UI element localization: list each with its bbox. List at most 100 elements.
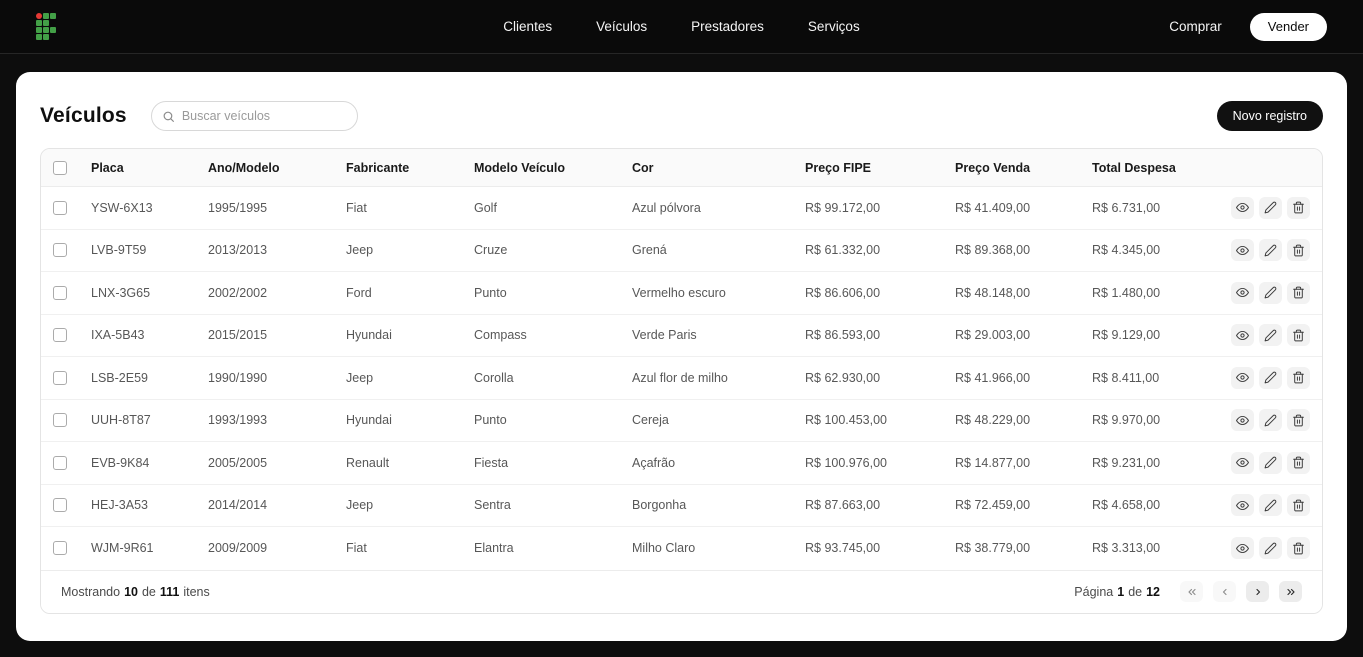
trash-icon	[1293, 329, 1304, 342]
cell-modelo-veiculo: Elantra	[474, 541, 514, 556]
nav-item-servicos[interactable]: Serviços	[808, 19, 860, 34]
cell-total-despesa: R$ 9.231,00	[1092, 455, 1161, 470]
row-actions	[1226, 239, 1322, 262]
delete-button[interactable]	[1287, 324, 1310, 347]
delete-button[interactable]	[1287, 239, 1310, 262]
next-page-button[interactable]	[1246, 581, 1269, 602]
cell-cor: Milho Claro	[632, 541, 696, 556]
view-button[interactable]	[1231, 281, 1254, 304]
cell-ano-modelo: 2015/2015	[208, 328, 268, 343]
row-checkbox[interactable]	[53, 413, 67, 428]
search-icon	[163, 111, 174, 122]
delete-button[interactable]	[1287, 409, 1310, 432]
view-button[interactable]	[1231, 409, 1254, 432]
new-record-button[interactable]: Novo registro	[1216, 101, 1323, 131]
vender-button[interactable]: Vender	[1249, 12, 1327, 41]
row-checkbox[interactable]	[53, 370, 67, 385]
row-checkbox[interactable]	[53, 200, 67, 215]
row-actions	[1226, 281, 1322, 304]
row-checkbox[interactable]	[53, 243, 67, 258]
cell-fabricante: Fiat	[346, 200, 367, 215]
eye-icon	[1236, 458, 1249, 468]
cell-cor: Verde Paris	[632, 328, 697, 343]
cell-preco-venda: R$ 41.966,00	[955, 370, 1031, 385]
top-navbar: Clientes Veículos Prestadores Serviços C…	[0, 0, 1363, 54]
view-button[interactable]	[1231, 196, 1254, 219]
col-cor: Cor	[632, 160, 654, 175]
row-checkbox[interactable]	[53, 541, 67, 556]
search-box[interactable]	[150, 101, 358, 131]
last-page-button[interactable]	[1279, 581, 1302, 602]
comprar-link[interactable]: Comprar	[1169, 19, 1222, 34]
edit-button[interactable]	[1259, 196, 1282, 219]
cell-modelo-veiculo: Compass	[474, 328, 527, 343]
view-button[interactable]	[1231, 239, 1254, 262]
nav-item-veiculos[interactable]: Veículos	[596, 19, 647, 34]
table-row: EVB-9K84 2005/2005 Renault Fiesta Açafrã…	[41, 442, 1322, 485]
main-nav: Clientes Veículos Prestadores Serviços	[503, 19, 859, 34]
table-footer: Mostrando 10 de 111 itens Página 1 de 12	[41, 569, 1322, 613]
cell-fabricante: Fiat	[346, 541, 367, 556]
delete-button[interactable]	[1287, 537, 1310, 560]
table-row: UUH-8T87 1993/1993 Hyundai Punto Cereja …	[41, 399, 1322, 442]
card-header: Veículos Novo registro	[40, 96, 1323, 136]
cell-ano-modelo: 2014/2014	[208, 498, 268, 513]
pencil-icon	[1264, 371, 1277, 384]
nav-item-clientes[interactable]: Clientes	[503, 19, 552, 34]
row-checkbox[interactable]	[53, 328, 67, 343]
col-total-despesa: Total Despesa	[1092, 160, 1176, 175]
edit-button[interactable]	[1259, 366, 1282, 389]
search-input[interactable]	[181, 109, 347, 123]
cell-modelo-veiculo: Punto	[474, 413, 507, 428]
select-all-checkbox[interactable]	[53, 160, 67, 175]
chevron-right-icon	[1255, 588, 1260, 595]
delete-button[interactable]	[1287, 196, 1310, 219]
cell-total-despesa: R$ 4.658,00	[1092, 498, 1161, 513]
view-button[interactable]	[1231, 494, 1254, 517]
cell-ano-modelo: 2002/2002	[208, 285, 268, 300]
pencil-icon	[1264, 499, 1277, 512]
view-button[interactable]	[1231, 324, 1254, 347]
cell-placa: WJM-9R61	[91, 541, 154, 556]
delete-button[interactable]	[1287, 366, 1310, 389]
edit-button[interactable]	[1259, 239, 1282, 262]
cell-ano-modelo: 2013/2013	[208, 243, 268, 258]
row-checkbox[interactable]	[53, 455, 67, 470]
row-checkbox[interactable]	[53, 285, 67, 300]
view-button[interactable]	[1231, 537, 1254, 560]
cell-cor: Azul flor de milho	[632, 370, 728, 385]
prev-page-button[interactable]	[1213, 581, 1236, 602]
delete-button[interactable]	[1287, 494, 1310, 517]
cell-preco-fipe: R$ 61.332,00	[805, 243, 881, 258]
cell-preco-venda: R$ 41.409,00	[955, 200, 1031, 215]
cell-preco-fipe: R$ 99.172,00	[805, 200, 881, 215]
vehicles-card: Veículos Novo registro Placa Ano/Modelo …	[16, 72, 1347, 641]
edit-button[interactable]	[1259, 281, 1282, 304]
cell-preco-fipe: R$ 86.593,00	[805, 328, 881, 343]
trash-icon	[1293, 499, 1304, 512]
delete-button[interactable]	[1287, 451, 1310, 474]
cell-preco-venda: R$ 29.003,00	[955, 328, 1031, 343]
pencil-icon	[1264, 329, 1277, 342]
cell-cor: Grená	[632, 243, 667, 258]
edit-button[interactable]	[1259, 451, 1282, 474]
trash-icon	[1293, 456, 1304, 469]
edit-button[interactable]	[1259, 537, 1282, 560]
trash-icon	[1293, 286, 1304, 299]
delete-button[interactable]	[1287, 281, 1310, 304]
first-page-button[interactable]	[1180, 581, 1203, 602]
view-button[interactable]	[1231, 366, 1254, 389]
edit-button[interactable]	[1259, 494, 1282, 517]
edit-button[interactable]	[1259, 324, 1282, 347]
cell-preco-fipe: R$ 100.976,00	[805, 455, 888, 470]
col-ano-modelo: Ano/Modelo	[208, 160, 280, 175]
edit-button[interactable]	[1259, 409, 1282, 432]
cell-placa: HEJ-3A53	[91, 498, 148, 513]
nav-item-prestadores[interactable]: Prestadores	[691, 19, 764, 34]
row-checkbox[interactable]	[53, 498, 67, 513]
app-logo-icon[interactable]	[36, 13, 56, 40]
trash-icon	[1293, 542, 1304, 555]
eye-icon	[1236, 330, 1249, 340]
cell-total-despesa: R$ 1.480,00	[1092, 285, 1161, 300]
view-button[interactable]	[1231, 451, 1254, 474]
